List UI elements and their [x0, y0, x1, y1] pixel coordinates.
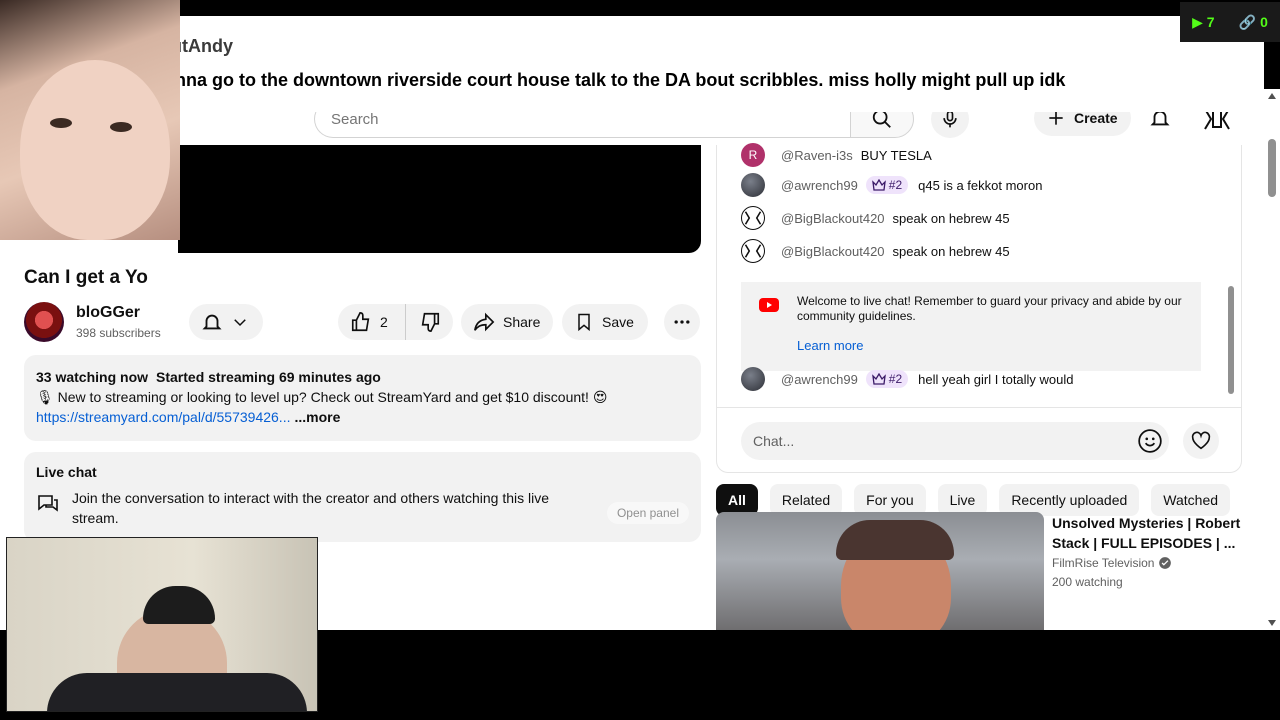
- welcome-text: Welcome to live chat! Remember to guard …: [797, 294, 1182, 323]
- badge-rank: #2: [888, 372, 903, 386]
- chat-input[interactable]: Chat...: [741, 422, 1169, 460]
- create-label: Create: [1074, 110, 1118, 126]
- recommendation-channel-name: FilmRise Television: [1052, 556, 1155, 570]
- subscriber-count: 398 subscribers: [76, 326, 161, 340]
- recommendation-thumbnail[interactable]: [716, 512, 1044, 630]
- chat-author[interactable]: @BigBlackout420: [781, 211, 885, 226]
- welcome-banner: Welcome to live chat! Remember to guard …: [741, 282, 1201, 371]
- learn-more-link[interactable]: Learn more: [797, 338, 1185, 353]
- dislike-button[interactable]: [406, 304, 453, 340]
- chat-bubbles-icon: [38, 495, 58, 512]
- scroll-down-icon[interactable]: [1268, 620, 1276, 626]
- live-chat-card-text: Join the conversation to interact with t…: [72, 490, 550, 526]
- verified-icon: [1159, 557, 1172, 569]
- channel-avatar[interactable]: [24, 302, 64, 342]
- chat-text: BUY TESLA: [860, 147, 932, 163]
- like-button[interactable]: 2: [338, 304, 406, 340]
- chat-author[interactable]: @awrench99: [781, 178, 858, 193]
- scroll-up-icon[interactable]: [1268, 93, 1276, 99]
- video-player[interactable]: [178, 145, 701, 253]
- watching-count: 33 watching now: [36, 369, 149, 385]
- bell-icon: [202, 314, 222, 330]
- description-box[interactable]: 33 watching now Started streaming 69 minu…: [24, 355, 701, 441]
- crown-icon: [871, 373, 886, 385]
- save-button[interactable]: Save: [562, 304, 648, 340]
- chat-text: hell yeah girl I totally would: [918, 371, 1074, 387]
- chat-message: @awrench99 #2 q45 is a fekkot moron: [741, 173, 1042, 197]
- page-scrollbar[interactable]: [1264, 89, 1280, 630]
- webcam-top: [0, 0, 180, 240]
- recommendation-viewers: 200 watching: [1052, 575, 1123, 589]
- viewer-stat: ▶ 7: [1192, 13, 1215, 30]
- reaction-button[interactable]: [1183, 423, 1219, 459]
- link-stat: 🔗 0: [1238, 13, 1268, 30]
- more-horizontal-icon: [674, 320, 690, 324]
- video-title: Can I get a Yo: [24, 267, 148, 288]
- chevron-down-icon: [234, 319, 246, 327]
- chat-avatar: [741, 367, 765, 391]
- blackout-logo-icon: [744, 211, 762, 225]
- blackout-logo-icon: [744, 244, 762, 258]
- like-dislike-group: 2: [338, 304, 453, 340]
- live-chat-card-title: Live chat: [36, 464, 97, 480]
- chat-alert-overlay: BlackoutAndy i am gonna go to the downto…: [16, 16, 1264, 112]
- share-label: Share: [503, 314, 541, 330]
- gift-badge: #2: [865, 176, 909, 194]
- webcam-bottom: [6, 537, 318, 712]
- crown-icon: [871, 179, 886, 191]
- chat-message: @BigBlackout420 speak on hebrew 45: [741, 239, 1010, 263]
- stream-start-time: Started streaming 69 minutes ago: [156, 369, 381, 385]
- save-label: Save: [602, 314, 634, 330]
- notification-settings-button[interactable]: [189, 304, 263, 340]
- chat-avatar: R: [741, 143, 765, 167]
- live-chat-card: Live chat Join the conversation to inter…: [24, 452, 701, 542]
- gift-badge: #2: [865, 370, 909, 388]
- chat-message: @BigBlackout420 speak on hebrew 45: [741, 206, 1010, 230]
- description-meta: 33 watching now Started streaming 69 minu…: [36, 367, 689, 387]
- recommendation-title[interactable]: Unsolved Mysteries | Robert Stack | FULL…: [1052, 513, 1252, 553]
- chat-avatar: [741, 239, 765, 263]
- chat-scrollbar[interactable]: [1228, 286, 1234, 394]
- chat-author[interactable]: @BigBlackout420: [781, 244, 885, 259]
- alert-message: i am gonna go to the downtown riverside …: [112, 70, 1066, 90]
- stream-screen: Search Create Can I get a Yo bloGGer 398…: [0, 0, 1280, 720]
- chat-author[interactable]: @awrench99: [781, 372, 858, 387]
- chip-watched[interactable]: Watched: [1151, 484, 1231, 516]
- like-count: 2: [380, 314, 388, 330]
- show-more-button[interactable]: ...more: [294, 409, 340, 425]
- channel-name[interactable]: bloGGer: [76, 304, 140, 322]
- chat-message: R @Raven-i3s BUY TESLA: [741, 143, 932, 167]
- open-panel-button[interactable]: Open panel: [606, 502, 689, 524]
- live-chat-panel: R @Raven-i3s BUY TESLA @awrench99 #2 q45…: [716, 143, 1242, 473]
- chat-message: @awrench99 #2 hell yeah girl I totally w…: [741, 367, 1074, 391]
- thumbs-up-icon: [351, 312, 370, 332]
- bookmark-icon: [578, 313, 590, 332]
- chat-avatar: [741, 206, 765, 230]
- chat-text: speak on hebrew 45: [892, 210, 1010, 226]
- microphone-icon: [943, 110, 957, 128]
- description-link[interactable]: https://streamyard.com/pal/d/55739426...: [36, 409, 290, 425]
- description-text: 🎙 New to streaming or looking to level u…: [36, 389, 608, 405]
- share-icon: [474, 312, 495, 332]
- badge-rank: #2: [888, 178, 903, 192]
- youtube-logo-icon: [759, 298, 779, 312]
- chat-text: q45 is a fekkot moron: [918, 177, 1043, 193]
- share-button[interactable]: Share: [461, 304, 553, 340]
- heart-icon: [1191, 431, 1211, 450]
- recommendation-channel[interactable]: FilmRise Television: [1052, 556, 1172, 570]
- thumbs-down-icon: [421, 312, 439, 332]
- more-actions-button[interactable]: [664, 304, 700, 340]
- chat-author[interactable]: @Raven-i3s: [781, 148, 853, 163]
- emoji-icon[interactable]: [1137, 428, 1163, 454]
- page-scroll-thumb[interactable]: [1268, 139, 1276, 197]
- stream-stats: ▶ 7 🔗 0: [1180, 2, 1280, 42]
- divider: [717, 407, 1241, 408]
- chat-text: speak on hebrew 45: [892, 243, 1010, 259]
- chat-avatar: [741, 173, 765, 197]
